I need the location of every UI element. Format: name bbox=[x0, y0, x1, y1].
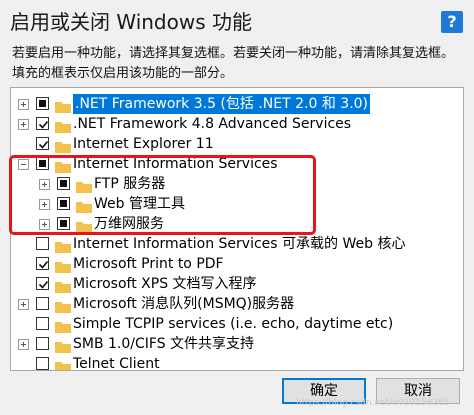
feature-label: Microsoft 消息队列(MSMQ)服务器 bbox=[73, 296, 295, 312]
feature-row-print-to-pdf[interactable]: Microsoft Print to PDF bbox=[11, 254, 463, 274]
feature-label: Internet Explorer 11 bbox=[73, 136, 214, 152]
feature-row-simple-tcpip[interactable]: Simple TCPIP services (i.e. echo, daytim… bbox=[11, 314, 463, 334]
watermark-text: https://blog.csdn.net/u010158265 bbox=[296, 398, 450, 408]
checkbox-partial[interactable] bbox=[36, 97, 49, 110]
expand-icon[interactable] bbox=[18, 119, 29, 130]
checkbox-checked[interactable] bbox=[36, 257, 49, 270]
feature-row-smb1[interactable]: SMB 1.0/CIFS 文件共享支持 bbox=[11, 334, 463, 354]
folder-icon bbox=[55, 278, 71, 293]
feature-row-telnet[interactable]: Telnet Client bbox=[11, 354, 463, 371]
feature-label: SMB 1.0/CIFS 文件共享支持 bbox=[73, 336, 255, 352]
checkbox-unchecked[interactable] bbox=[36, 237, 49, 250]
expand-icon[interactable] bbox=[18, 339, 29, 350]
help-icon[interactable]: ? bbox=[441, 11, 463, 33]
checkbox-checked[interactable] bbox=[36, 277, 49, 290]
folder-icon bbox=[55, 118, 71, 133]
feature-label: Telnet Client bbox=[73, 356, 160, 371]
feature-row-msmq[interactable]: Microsoft 消息队列(MSMQ)服务器 bbox=[11, 294, 463, 314]
folder-icon bbox=[55, 238, 71, 253]
feature-row-netfx35[interactable]: .NET Framework 3.5 (包括 .NET 2.0 和 3.0) bbox=[11, 94, 463, 114]
checkbox-checked[interactable] bbox=[36, 137, 49, 150]
expand-icon[interactable] bbox=[18, 99, 29, 110]
checkbox-checked[interactable] bbox=[36, 117, 49, 130]
folder-icon bbox=[55, 98, 71, 113]
folder-icon bbox=[55, 318, 71, 333]
folder-icon bbox=[55, 338, 71, 353]
description-text: 若要启用一种功能，请选择其复选框。若要关闭一种功能，请清除其复选框。填充的框表示… bbox=[12, 46, 455, 81]
feature-label: Internet Information Services 可承载的 Web 核… bbox=[73, 236, 406, 252]
feature-label: .NET Framework 3.5 (包括 .NET 2.0 和 3.0) bbox=[73, 94, 371, 114]
annotation-highlight-box bbox=[9, 155, 316, 235]
feature-row-netfx48[interactable]: .NET Framework 4.8 Advanced Services bbox=[11, 114, 463, 134]
feature-label: Simple TCPIP services (i.e. echo, daytim… bbox=[73, 316, 394, 332]
folder-icon bbox=[55, 258, 71, 273]
feature-label: Microsoft Print to PDF bbox=[73, 256, 224, 272]
feature-row-ie11[interactable]: Internet Explorer 11 bbox=[11, 134, 463, 154]
checkbox-unchecked[interactable] bbox=[36, 317, 49, 330]
feature-row-iis-hostable-web-core[interactable]: Internet Information Services 可承载的 Web 核… bbox=[11, 234, 463, 254]
checkbox-unchecked[interactable] bbox=[36, 297, 49, 310]
feature-row-xps-writer[interactable]: Microsoft XPS 文档写入程序 bbox=[11, 274, 463, 294]
checkbox-unchecked[interactable] bbox=[36, 357, 49, 370]
folder-icon bbox=[55, 358, 71, 370]
folder-icon bbox=[55, 138, 71, 153]
checkbox-unchecked[interactable] bbox=[36, 337, 49, 350]
expand-icon[interactable] bbox=[18, 299, 29, 310]
dialog-title: 启用或关闭 Windows 功能 bbox=[10, 10, 252, 34]
folder-icon bbox=[55, 298, 71, 313]
feature-label: Microsoft XPS 文档写入程序 bbox=[73, 276, 257, 292]
feature-label: .NET Framework 4.8 Advanced Services bbox=[73, 116, 352, 132]
